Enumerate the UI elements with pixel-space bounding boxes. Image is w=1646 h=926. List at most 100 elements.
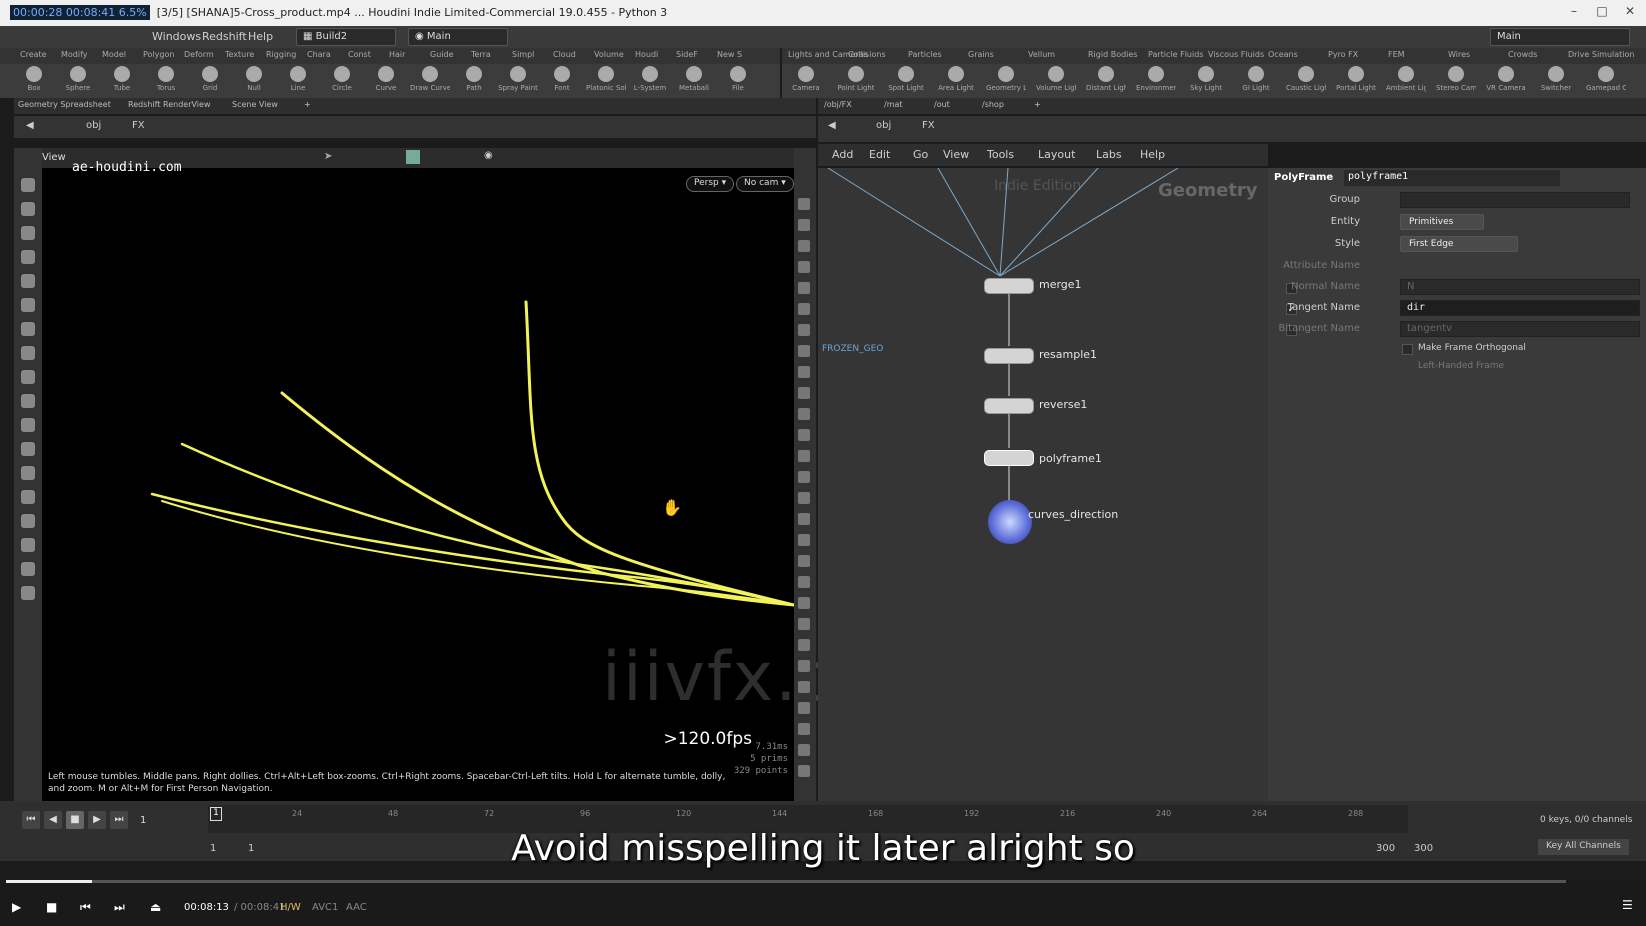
display-option-icon[interactable] bbox=[798, 219, 810, 231]
network-menu-layout[interactable]: Layout bbox=[1038, 148, 1075, 161]
path-obj[interactable]: obj bbox=[86, 120, 101, 131]
display-option-icon[interactable] bbox=[798, 450, 810, 462]
build-selector[interactable]: ▦ Build2 bbox=[296, 28, 396, 46]
display-option-icon[interactable] bbox=[798, 345, 810, 357]
shelf-left-tool-6[interactable]: Line bbox=[278, 66, 318, 96]
shelf-left-tool-12[interactable]: Font bbox=[542, 66, 582, 96]
tab-scene-view[interactable]: Scene View bbox=[232, 100, 278, 109]
network-path-obj[interactable]: obj bbox=[876, 120, 891, 131]
shelf-left-tab-16[interactable]: SideF bbox=[676, 50, 698, 59]
shelf-left-tab-10[interactable]: Guide bbox=[430, 50, 454, 59]
shelf-left-tool-13[interactable]: Platonic Solids bbox=[586, 66, 626, 96]
bitangent-name-field[interactable]: tangentv bbox=[1400, 321, 1640, 337]
path-fx[interactable]: FX bbox=[132, 120, 145, 131]
network-menu-tools[interactable]: Tools bbox=[987, 148, 1014, 161]
shelf-left-tool-8[interactable]: Curve bbox=[366, 66, 406, 96]
play-icon[interactable]: ▶ bbox=[88, 811, 106, 829]
shelf-right-tab-7[interactable]: Viscous Fluids bbox=[1208, 50, 1264, 59]
jump-end-icon[interactable]: ⏭ bbox=[110, 811, 128, 829]
display-mode-icon[interactable] bbox=[406, 150, 420, 164]
shelf-left-tab-12[interactable]: Simpl bbox=[512, 50, 534, 59]
media-progress-track[interactable] bbox=[6, 880, 1566, 883]
stop-icon[interactable]: ■ bbox=[66, 811, 84, 829]
shelf-left-tab-0[interactable]: Create bbox=[20, 50, 47, 59]
shelf-right-tool-14[interactable]: VR Camera bbox=[1486, 66, 1526, 96]
display-option-icon[interactable] bbox=[798, 534, 810, 546]
scene-viewport[interactable]: ae-houdini.com Persp ▾ No cam ▾ iiivfx.c… bbox=[42, 160, 948, 801]
shelf-left-tool-4[interactable]: Grid bbox=[190, 66, 230, 96]
shelf-left-tab-9[interactable]: Hair bbox=[389, 50, 405, 59]
viewport-tool-icon[interactable] bbox=[21, 178, 35, 192]
shelf-right-tab-12[interactable]: Crowds bbox=[1508, 50, 1537, 59]
shelf-right-tab-1[interactable]: Collisions bbox=[848, 50, 886, 59]
shelf-right-tool-1[interactable]: Point Light bbox=[836, 66, 876, 96]
network-editor[interactable]: Indie Edition Geometry FROZEN_GEO merge1… bbox=[818, 168, 1268, 801]
desktop-selector[interactable]: ◉ Main bbox=[408, 28, 508, 46]
display-option-icon[interactable] bbox=[798, 387, 810, 399]
media-prev-icon[interactable]: ⏮ bbox=[80, 900, 91, 915]
normal-name-field[interactable]: N bbox=[1400, 279, 1640, 295]
shelf-right-tab-3[interactable]: Grains bbox=[968, 50, 994, 59]
network-menu-add[interactable]: Add bbox=[832, 148, 853, 161]
shelf-left-tool-9[interactable]: Draw Curve bbox=[410, 66, 450, 96]
shelf-left-tab-15[interactable]: Houdi bbox=[635, 50, 658, 59]
menu-redshift[interactable]: Redshift bbox=[202, 30, 247, 43]
shelf-right-tool-10[interactable]: Caustic Light bbox=[1286, 66, 1326, 96]
add-network-tab-icon[interactable]: + bbox=[1034, 100, 1041, 109]
maximize-icon[interactable]: □ bbox=[1592, 4, 1612, 22]
display-option-icon[interactable] bbox=[798, 660, 810, 672]
shelf-right-tool-16[interactable]: Gamepad Camera bbox=[1586, 66, 1626, 96]
shelf-right-tool-6[interactable]: Distant Light bbox=[1086, 66, 1126, 96]
shelf-left-tool-7[interactable]: Circle bbox=[322, 66, 362, 96]
shelf-left-tab-2[interactable]: Model bbox=[102, 50, 126, 59]
shelf-right-tool-7[interactable]: Environment Light bbox=[1136, 66, 1176, 96]
media-next-icon[interactable]: ⏭ bbox=[114, 900, 125, 915]
display-option-icon[interactable] bbox=[798, 681, 810, 693]
minimize-icon[interactable]: – bbox=[1564, 4, 1584, 22]
shelf-right-tab-5[interactable]: Rigid Bodies bbox=[1088, 50, 1137, 59]
node-curves-direction[interactable] bbox=[988, 500, 1032, 544]
viewport-tool-icon[interactable] bbox=[21, 418, 35, 432]
shelf-left-tab-14[interactable]: Volume bbox=[594, 50, 624, 59]
network-menu-go[interactable]: Go bbox=[913, 148, 928, 161]
tangent-name-field[interactable]: dir bbox=[1400, 300, 1640, 316]
shelf-right-tool-2[interactable]: Spot Light bbox=[886, 66, 926, 96]
node-reverse1[interactable] bbox=[984, 398, 1034, 414]
shelf-right-tool-3[interactable]: Area Light bbox=[936, 66, 976, 96]
tab-geometry-spreadsheet[interactable]: Geometry Spreadsheet bbox=[18, 100, 111, 109]
tab-shop[interactable]: /shop bbox=[982, 100, 1004, 109]
viewport-tool-icon[interactable] bbox=[21, 562, 35, 576]
node-polyframe1[interactable] bbox=[984, 450, 1034, 466]
viewport-tool-icon[interactable] bbox=[21, 202, 35, 216]
display-option-icon[interactable] bbox=[798, 765, 810, 777]
display-option-icon[interactable] bbox=[798, 471, 810, 483]
viewport-tool-icon[interactable] bbox=[21, 250, 35, 264]
shelf-left-tool-0[interactable]: Box bbox=[14, 66, 54, 96]
display-option-icon[interactable] bbox=[798, 282, 810, 294]
shelf-right-tab-8[interactable]: Oceans bbox=[1268, 50, 1298, 59]
current-frame[interactable]: 1 bbox=[140, 815, 146, 826]
display-option-icon[interactable] bbox=[798, 429, 810, 441]
shelf-left-tool-16[interactable]: File bbox=[718, 66, 758, 96]
playhead-frame[interactable]: 1 bbox=[210, 807, 222, 821]
network-menu-edit[interactable]: Edit bbox=[869, 148, 890, 161]
viewport-tool-icon[interactable] bbox=[21, 514, 35, 528]
node-resample1[interactable] bbox=[984, 348, 1034, 364]
orthogonal-checkbox[interactable] bbox=[1402, 344, 1413, 355]
shelf-right-tab-13[interactable]: Drive Simulation bbox=[1568, 50, 1634, 59]
display-option-icon[interactable] bbox=[798, 744, 810, 756]
shelf-left-tool-10[interactable]: Path bbox=[454, 66, 494, 96]
add-tab-icon[interactable]: + bbox=[304, 100, 311, 109]
shelf-left-tool-14[interactable]: L-System bbox=[630, 66, 670, 96]
network-menu-labs[interactable]: Labs bbox=[1096, 148, 1122, 161]
viewport-tool-icon[interactable] bbox=[21, 226, 35, 240]
shelf-right-tool-4[interactable]: Geometry Light bbox=[986, 66, 1026, 96]
right-desktop-selector[interactable]: Main bbox=[1490, 28, 1630, 46]
viewport-tool-icon[interactable] bbox=[21, 586, 35, 600]
shelf-right-tab-10[interactable]: FEM bbox=[1388, 50, 1405, 59]
display-option-icon[interactable] bbox=[798, 702, 810, 714]
media-stop-icon[interactable]: ■ bbox=[46, 900, 57, 914]
style-menu[interactable]: First Edge bbox=[1400, 236, 1518, 252]
network-menu-view[interactable]: View bbox=[943, 148, 969, 161]
media-menu-icon[interactable]: ☰ bbox=[1622, 898, 1633, 912]
